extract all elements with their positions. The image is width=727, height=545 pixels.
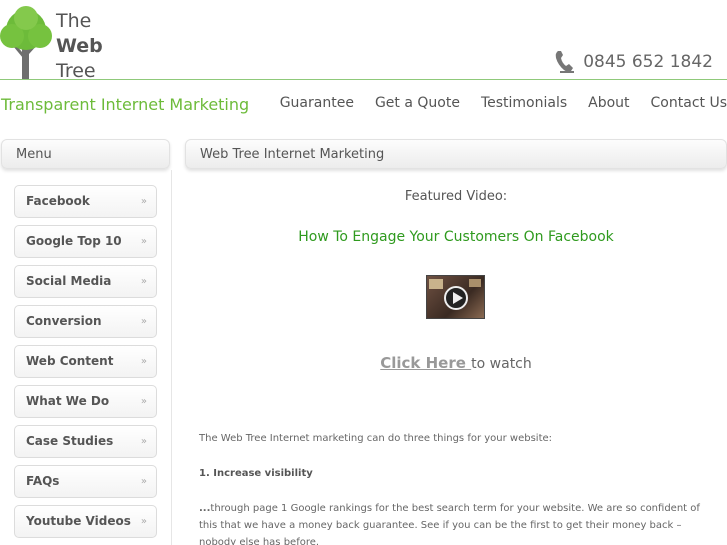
point-1-text: through page 1 Google rankings for the b… xyxy=(199,503,700,545)
sidebar-item-what-we-do[interactable]: What We Do » xyxy=(14,385,157,418)
phone-contact: 0845 652 1842 xyxy=(554,49,713,75)
video-title: How To Engage Your Customers On Facebook xyxy=(298,229,614,245)
top-navigation: Guarantee Get a Quote Testimonials About… xyxy=(259,95,727,111)
thumbnail-detail xyxy=(469,279,481,287)
phone-number: 0845 652 1842 xyxy=(583,52,713,72)
phone-icon xyxy=(555,51,575,73)
sidebar-item-label: FAQs xyxy=(26,474,60,488)
to-watch-text: to watch xyxy=(471,356,532,372)
tree-icon xyxy=(0,6,52,80)
content-header: Web Tree Internet Marketing xyxy=(185,139,727,169)
chevron-right-icon: » xyxy=(140,276,147,287)
sidebar-item-youtube-videos[interactable]: Youtube Videos » xyxy=(14,505,157,538)
nav-get-a-quote[interactable]: Get a Quote xyxy=(375,95,460,111)
sidebar-divider xyxy=(171,170,172,545)
watch-prompt: Click Here to watch xyxy=(185,354,727,372)
menu-header: Menu xyxy=(1,139,170,169)
nav-guarantee[interactable]: Guarantee xyxy=(280,95,354,111)
nav-contact-us[interactable]: Contact Us xyxy=(651,95,727,111)
chevron-right-icon: » xyxy=(140,356,147,367)
sidebar-item-label: Google Top 10 xyxy=(26,234,122,248)
header-divider xyxy=(0,79,727,80)
intro-paragraph: The Web Tree Internet marketing can do t… xyxy=(199,433,553,444)
thumbnail-detail xyxy=(429,279,443,289)
point-1-heading: 1. Increase visibility xyxy=(199,468,313,479)
tagline: Transparent Internet Marketing xyxy=(1,95,250,114)
sidebar-item-web-content[interactable]: Web Content » xyxy=(14,345,157,378)
sidebar-item-label: Conversion xyxy=(26,314,102,328)
ellipsis: ... xyxy=(199,503,211,514)
nav-about[interactable]: About xyxy=(588,95,629,111)
sidebar-item-google-top-10[interactable]: Google Top 10 » xyxy=(14,225,157,258)
logo[interactable]: The Web Tree xyxy=(0,6,110,82)
sidebar-item-label: Case Studies xyxy=(26,434,114,448)
chevron-right-icon: » xyxy=(140,316,147,327)
nav-testimonials[interactable]: Testimonials xyxy=(481,95,567,111)
chevron-right-icon: » xyxy=(140,516,147,527)
play-icon xyxy=(444,286,468,310)
video-thumbnail[interactable] xyxy=(426,275,485,319)
chevron-right-icon: » xyxy=(140,196,147,207)
chevron-right-icon: » xyxy=(140,476,147,487)
point-1-paragraph: ...through page 1 Google rankings for th… xyxy=(199,500,719,545)
sidebar-item-social-media[interactable]: Social Media » xyxy=(14,265,157,298)
logo-line-1: The xyxy=(56,10,92,32)
sidebar-menu: Facebook » Google Top 10 » Social Media » C… xyxy=(14,185,157,545)
sidebar-item-faqs[interactable]: FAQs » xyxy=(14,465,157,498)
logo-text: The Web Tree xyxy=(56,9,103,84)
sidebar-item-label: Social Media xyxy=(26,274,112,288)
chevron-right-icon: » xyxy=(140,396,147,407)
logo-line-2: Web xyxy=(56,35,103,57)
chevron-right-icon: » xyxy=(140,436,147,447)
logo-line-3: Tree xyxy=(56,60,96,82)
sidebar-item-label: Youtube Videos xyxy=(26,514,131,528)
click-here-link[interactable]: Click Here xyxy=(380,354,471,372)
sidebar-item-conversion[interactable]: Conversion » xyxy=(14,305,157,338)
chevron-right-icon: » xyxy=(140,236,147,247)
sidebar-item-label: What We Do xyxy=(26,394,110,408)
sidebar-item-case-studies[interactable]: Case Studies » xyxy=(14,425,157,458)
sidebar-item-label: Web Content xyxy=(26,354,114,368)
sidebar-item-label: Facebook xyxy=(26,194,90,208)
featured-video-label: Featured Video: xyxy=(404,189,508,204)
sidebar-item-facebook[interactable]: Facebook » xyxy=(14,185,157,218)
